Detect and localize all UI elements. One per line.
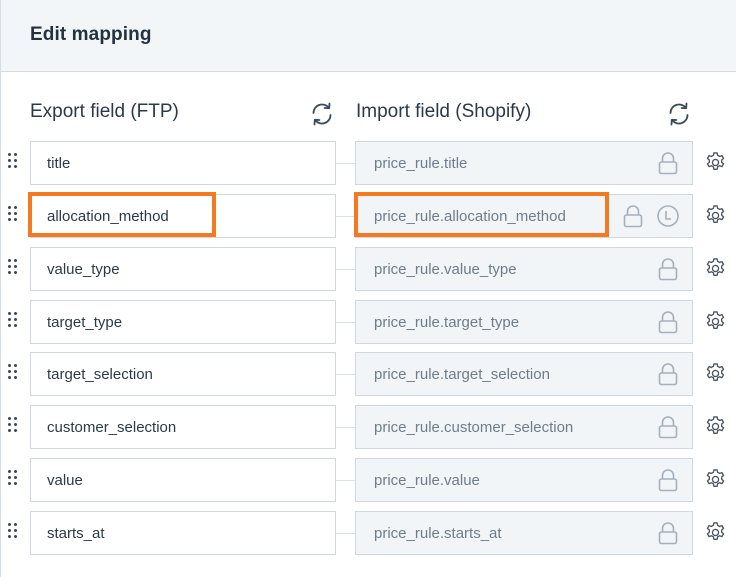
export-field-input[interactable]: value_type xyxy=(30,247,336,291)
drag-handle-icon[interactable] xyxy=(8,259,20,277)
export-field-value: value xyxy=(47,471,83,489)
lock-icon[interactable] xyxy=(657,468,679,492)
import-field-input[interactable]: price_rule.target_type xyxy=(355,300,693,344)
connector-line xyxy=(336,533,356,534)
panel-header: Edit mapping xyxy=(1,0,736,72)
import-field-value: price_rule.value xyxy=(374,471,480,489)
export-field-input[interactable]: target_type xyxy=(30,300,336,344)
gear-icon[interactable] xyxy=(704,310,727,333)
connector-line xyxy=(336,322,356,323)
export-field-value: title xyxy=(47,154,71,172)
refresh-export-button[interactable] xyxy=(309,101,335,127)
lock-icon[interactable] xyxy=(657,415,679,439)
export-field-value: target_type xyxy=(47,313,123,331)
import-field-input[interactable]: price_rule.customer_selection xyxy=(355,405,693,449)
mapping-row-title: title price_rule.title xyxy=(1,141,736,185)
export-field-value: starts_at xyxy=(47,524,105,542)
connector-line xyxy=(336,427,356,428)
import-column-heading: Import field (Shopify) xyxy=(356,101,532,122)
drag-handle-icon[interactable] xyxy=(8,470,20,488)
gear-icon[interactable] xyxy=(704,521,727,544)
import-field-value: price_rule.value_type xyxy=(374,260,517,278)
drag-handle-icon[interactable] xyxy=(8,312,20,330)
export-field-value: customer_selection xyxy=(47,418,177,436)
lock-icon[interactable] xyxy=(657,257,679,281)
import-field-value: price_rule.starts_at xyxy=(374,524,502,542)
import-field-input[interactable]: price_rule.title xyxy=(355,141,693,185)
highlight-box-export xyxy=(28,192,216,237)
gear-icon[interactable] xyxy=(704,204,727,227)
import-field-input[interactable]: price_rule.value_type xyxy=(355,247,693,291)
export-field-value: target_selection xyxy=(47,365,153,383)
lock-icon[interactable] xyxy=(657,310,679,334)
refresh-icon xyxy=(669,102,689,126)
mapping-row-target-type: target_type price_rule.target_type xyxy=(1,300,736,344)
gear-icon[interactable] xyxy=(704,415,727,438)
import-field-input[interactable]: price_rule.target_selection xyxy=(355,352,693,396)
gear-icon[interactable] xyxy=(704,151,727,174)
mapping-row-starts-at: starts_at price_rule.starts_at xyxy=(1,511,736,555)
drag-handle-icon[interactable] xyxy=(8,206,20,224)
lock-icon[interactable] xyxy=(622,204,644,228)
lock-icon[interactable] xyxy=(657,151,679,175)
panel-title: Edit mapping xyxy=(30,24,152,45)
lock-icon[interactable] xyxy=(657,521,679,545)
connector-line xyxy=(336,216,356,217)
export-field-input[interactable]: title xyxy=(30,141,336,185)
connector-line xyxy=(336,374,356,375)
highlight-box-import xyxy=(354,192,609,237)
export-field-value: value_type xyxy=(47,260,120,278)
mapping-row-customer-selection: customer_selection price_rule.customer_s… xyxy=(1,405,736,449)
refresh-import-button[interactable] xyxy=(666,101,692,127)
drag-handle-icon[interactable] xyxy=(8,364,20,382)
import-field-value: price_rule.title xyxy=(374,154,468,172)
drag-handle-icon[interactable] xyxy=(8,153,20,171)
import-field-value: price_rule.target_selection xyxy=(374,365,550,383)
mapping-row-value-type: value_type price_rule.value_type xyxy=(1,247,736,291)
gear-icon[interactable] xyxy=(704,257,727,280)
export-field-input[interactable]: value xyxy=(30,458,336,502)
clock-icon[interactable] xyxy=(656,204,680,228)
connector-line xyxy=(336,480,356,481)
gear-icon[interactable] xyxy=(704,362,727,385)
gear-icon[interactable] xyxy=(704,468,727,491)
connector-line xyxy=(336,269,356,270)
connector-line xyxy=(336,163,356,164)
export-field-input[interactable]: customer_selection xyxy=(30,405,336,449)
drag-handle-icon[interactable] xyxy=(8,523,20,541)
refresh-icon xyxy=(312,102,332,126)
import-field-input[interactable]: price_rule.starts_at xyxy=(355,511,693,555)
lock-icon[interactable] xyxy=(657,362,679,386)
export-column-heading: Export field (FTP) xyxy=(30,101,179,122)
import-field-input[interactable]: price_rule.value xyxy=(355,458,693,502)
export-field-input[interactable]: target_selection xyxy=(30,352,336,396)
import-field-value: price_rule.target_type xyxy=(374,313,520,331)
mapping-row-value: value price_rule.value xyxy=(1,458,736,502)
export-field-input[interactable]: starts_at xyxy=(30,511,336,555)
drag-handle-icon[interactable] xyxy=(8,417,20,435)
mapping-row-target-selection: target_selection price_rule.target_selec… xyxy=(1,352,736,396)
edit-mapping-panel: Edit mapping Export field (FTP) Import f… xyxy=(0,0,736,577)
import-field-value: price_rule.customer_selection xyxy=(374,418,574,436)
